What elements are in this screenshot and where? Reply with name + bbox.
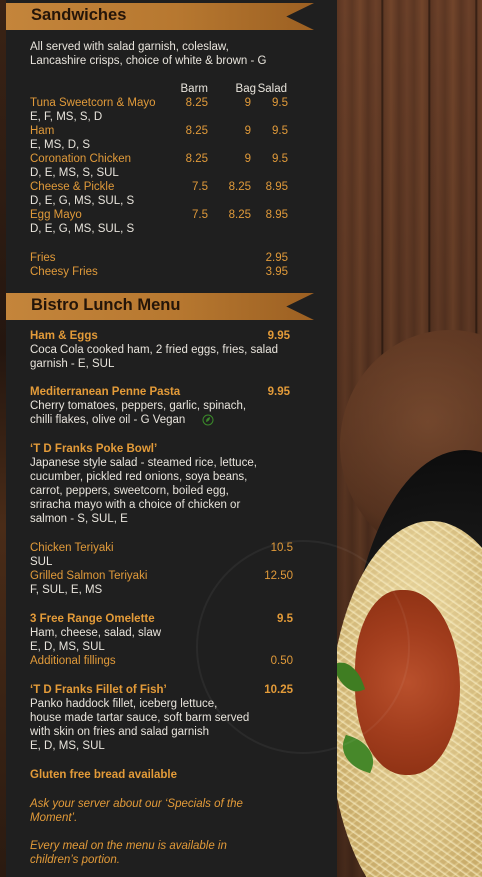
sandwich-price-salad: 9.5 xyxy=(272,125,288,137)
sandwiches-intro: Lancashire crisps, choice of white & bro… xyxy=(30,55,267,67)
column-header-salad: Salad xyxy=(257,83,287,95)
dish-description: chilli flakes, olive oil - G Vegan xyxy=(30,414,186,426)
sandwich-name: Coronation Chicken xyxy=(30,153,132,165)
dish-description: Japanese style salad - steamed rice, let… xyxy=(30,457,257,469)
sandwich-price-bag: 9 xyxy=(244,97,251,109)
dish-name: 3 Free Range Omelette xyxy=(30,613,155,625)
dish-description: house made tartar sauce, soft barm serve… xyxy=(30,712,250,724)
dish-description: cucumber, pickled red onions, soya beans… xyxy=(30,471,248,483)
dish-price: 10.25 xyxy=(264,684,293,696)
dish-name: Ham & Eggs xyxy=(30,330,98,342)
sandwich-allergens: E, MS, D, S xyxy=(30,139,91,151)
side-price: 2.95 xyxy=(265,252,288,264)
sandwich-price-barm: 8.25 xyxy=(185,153,208,165)
dish-price: 9.95 xyxy=(267,386,290,398)
dish-description: salmon - S, SUL, E xyxy=(30,513,128,525)
dish-description: E, D, MS, SUL xyxy=(30,740,105,752)
option-price: 10.5 xyxy=(270,542,293,554)
dish-description: garnish - E, SUL xyxy=(30,358,115,370)
sandwich-price-barm: 7.5 xyxy=(192,181,208,193)
dish-description: E, D, MS, SUL xyxy=(30,641,105,653)
sandwiches-banner: Sandwiches xyxy=(6,3,314,30)
sandwiches-title: Sandwiches xyxy=(31,6,127,24)
sandwich-price-bag: 8.25 xyxy=(228,181,251,193)
option-allergens: F, SUL, E, MS xyxy=(30,584,103,596)
option-allergens: SUL xyxy=(30,556,53,568)
option-name: Grilled Salmon Teriyaki xyxy=(30,570,148,582)
bistro-banner: Bistro Lunch Menu xyxy=(6,293,314,320)
menu-page: Sandwiches All served with salad garnish… xyxy=(0,0,482,877)
dish-description: Panko haddock fillet, iceberg lettuce, xyxy=(30,698,218,710)
sandwich-name: Tuna Sweetcorn & Mayo xyxy=(30,97,156,109)
option-price: 12.50 xyxy=(264,570,293,582)
dish-name: Mediterranean Penne Pasta xyxy=(30,386,181,398)
sandwich-price-salad: 8.95 xyxy=(265,209,288,221)
leaf-icon xyxy=(202,414,214,426)
sandwich-allergens: D, E, G, MS, SUL, S xyxy=(30,223,135,235)
children-note: Every meal on the menu is available in xyxy=(30,840,227,852)
sandwich-price-bag: 8.25 xyxy=(228,209,251,221)
dish-name: ‘T D Franks Poke Bowl’ xyxy=(30,443,158,455)
sandwich-price-salad: 8.95 xyxy=(265,181,288,193)
menu-panel: Sandwiches All served with salad garnish… xyxy=(6,0,410,877)
sandwich-price-bag: 9 xyxy=(244,153,251,165)
sandwiches-intro: All served with salad garnish, coleslaw, xyxy=(30,41,229,53)
side-price: 3.95 xyxy=(265,266,288,278)
dish-price: 9.5 xyxy=(277,613,293,625)
dish-price: 9.95 xyxy=(267,330,290,342)
sandwich-price-barm: 8.25 xyxy=(185,97,208,109)
sandwich-price-salad: 9.5 xyxy=(272,153,288,165)
sandwich-allergens: E, F, MS, S, D xyxy=(30,111,103,123)
children-note: children’s portion. xyxy=(30,854,120,866)
dish-description: Coca Cola cooked ham, 2 fried eggs, frie… xyxy=(30,344,279,356)
dish-description: sriracha mayo with a choice of chicken o… xyxy=(30,499,241,511)
sandwich-price-salad: 9.5 xyxy=(272,97,288,109)
sandwich-name: Egg Mayo xyxy=(30,209,82,221)
option-name: Chicken Teriyaki xyxy=(30,542,114,554)
dish-description: Ham, cheese, salad, slaw xyxy=(30,627,162,639)
side-name: Fries xyxy=(30,252,56,264)
dish-description: carrot, peppers, sweetcorn, boiled egg, xyxy=(30,485,229,497)
sandwich-name: Ham xyxy=(30,125,55,137)
sandwich-name: Cheese & Pickle xyxy=(30,181,115,193)
specials-note: Ask your server about our ‘Specials of t… xyxy=(30,798,243,810)
sandwich-price-bag: 9 xyxy=(244,125,251,137)
sandwich-allergens: D, E, G, MS, SUL, S xyxy=(30,195,135,207)
sandwich-allergens: D, E, MS, S, SUL xyxy=(30,167,119,179)
extra-name: Additional fillings xyxy=(30,655,116,667)
sandwich-price-barm: 8.25 xyxy=(185,125,208,137)
bistro-title: Bistro Lunch Menu xyxy=(31,296,181,314)
side-name: Cheesy Fries xyxy=(30,266,98,278)
dish-name: ‘T D Franks Fillet of Fish’ xyxy=(30,684,167,696)
dish-description: with skin on fries and salad garnish xyxy=(30,726,209,738)
dish-description: Cherry tomatoes, peppers, garlic, spinac… xyxy=(30,400,247,412)
column-header-barm: Barm xyxy=(180,83,208,95)
specials-note: Moment’. xyxy=(30,812,78,824)
extra-price: 0.50 xyxy=(270,655,293,667)
gluten-free-note: Gluten free bread available xyxy=(30,769,178,781)
sandwich-price-barm: 7.5 xyxy=(192,209,208,221)
